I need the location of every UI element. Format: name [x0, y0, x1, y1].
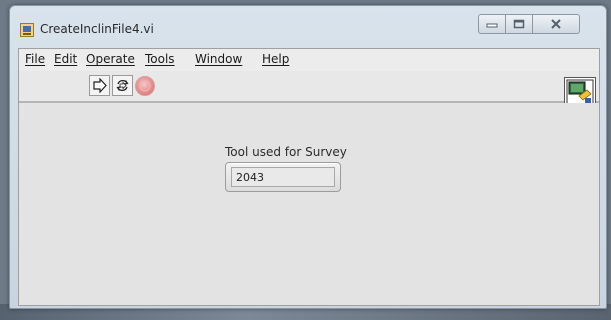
- minimize-button[interactable]: [478, 14, 506, 34]
- abort-stop-icon: [139, 80, 151, 92]
- minimize-icon: [486, 23, 498, 28]
- menu-tools[interactable]: Tools: [145, 52, 175, 66]
- front-panel: Tool used for Survey 2043: [19, 103, 599, 305]
- labview-vi-icon: [20, 22, 34, 37]
- run-arrow-icon: [93, 78, 107, 93]
- run-continuously-button[interactable]: [112, 75, 133, 96]
- vi-window: CreateInclinFile4.vi File Edit Operate T…: [9, 5, 607, 309]
- menu-edit[interactable]: Edit: [54, 52, 77, 66]
- client-area: File Edit Operate Tools Window Help Tool…: [18, 48, 600, 306]
- menu-window[interactable]: Window: [195, 52, 242, 66]
- control-value-field[interactable]: 2043: [231, 167, 335, 187]
- menu-operate[interactable]: Operate: [86, 52, 135, 66]
- menu-help[interactable]: Help: [262, 52, 289, 66]
- abort-button[interactable]: [135, 76, 155, 96]
- close-icon: [551, 19, 561, 29]
- toolbar: [19, 71, 599, 109]
- maximize-button[interactable]: [506, 14, 533, 34]
- run-continuously-icon: [116, 79, 129, 92]
- title-bar[interactable]: CreateInclinFile4.vi: [10, 6, 606, 48]
- close-button[interactable]: [533, 14, 580, 34]
- maximize-icon: [513, 19, 525, 29]
- control-label: Tool used for Survey: [225, 145, 347, 159]
- window-title: CreateInclinFile4.vi: [40, 22, 154, 36]
- menu-file[interactable]: File: [25, 52, 45, 66]
- menu-bar: File Edit Operate Tools Window Help: [19, 49, 599, 71]
- tool-used-control[interactable]: 2043: [225, 162, 341, 192]
- run-button[interactable]: [89, 75, 110, 96]
